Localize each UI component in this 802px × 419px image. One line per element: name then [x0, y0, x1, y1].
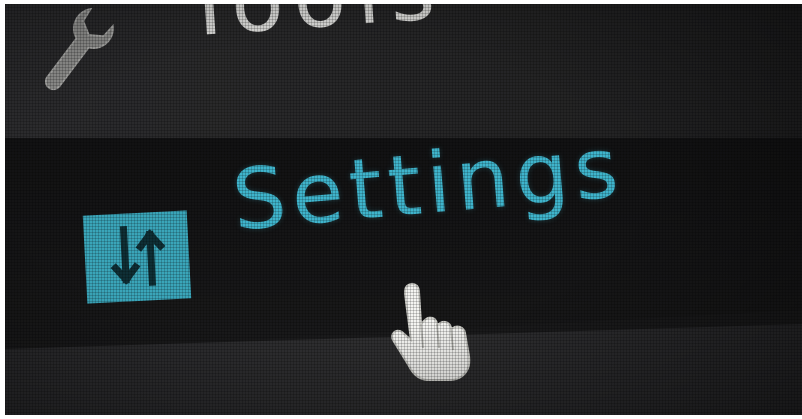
wrench-icon [44, 7, 114, 91]
menu-item-tools-label: Tools [180, 4, 448, 57]
screen-photo: Tools Settings [5, 4, 802, 415]
sort-arrows-icon [82, 210, 192, 304]
hand-pointer-icon [391, 283, 471, 381]
menu-item-settings-label: Settings [228, 117, 628, 250]
menu-item-tools[interactable]: Tools [5, 4, 705, 104]
